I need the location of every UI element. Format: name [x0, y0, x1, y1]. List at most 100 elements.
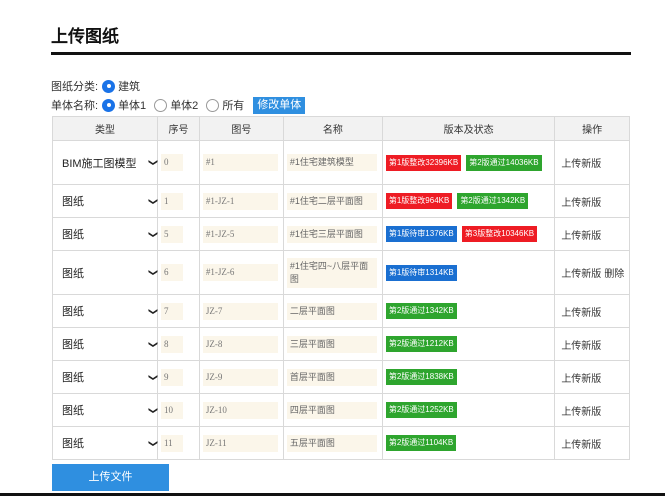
version-badge[interactable]: 第1版待审1376KB [385, 226, 457, 242]
version-badge[interactable]: 第3版整改10346KB [461, 226, 538, 242]
edit-unit-button[interactable]: 修改单体 [253, 96, 306, 114]
code-input[interactable]: #1-JZ-5 [202, 225, 278, 243]
upload-new-version-link[interactable]: 上传新版 [561, 374, 601, 385]
delete-link[interactable]: 删除 [604, 269, 624, 280]
version-badge[interactable]: 第2版通过1212KB [385, 336, 457, 352]
type-select[interactable]: 图纸 ❯ [62, 226, 159, 242]
version-badge[interactable]: 第1版整改964KB [385, 193, 453, 209]
name-input[interactable]: #1住宅三层平面图 [286, 225, 377, 243]
table-row: 图纸 ❯ 5 #1-JZ-5 #1住宅三层平面图 第1版待审1376KB 第3版整改1034… [52, 217, 630, 251]
num-input[interactable]: 6 [161, 264, 183, 281]
code-input[interactable]: #1 [202, 154, 278, 171]
name-input[interactable]: 首层平面图 [286, 368, 377, 386]
name-input[interactable]: 三层平面图 [286, 335, 377, 353]
code-input[interactable]: JZ-10 [202, 401, 278, 419]
ops-cell: 上传新版 [554, 360, 630, 394]
code-cell: #1 [198, 140, 284, 185]
type-select[interactable]: 图纸 ❯ [62, 303, 159, 319]
ops-cell: 上传新版 [554, 184, 630, 218]
num-cell: 10 [157, 393, 200, 427]
drawings-table: 类型 序号 图号 名称 版本及状态 操作 BIM施工图模型 ❯ 0 #1 #1住宅建筑模… [52, 116, 630, 460]
num-input[interactable]: 9 [161, 368, 183, 386]
category-label: 图纸分类: [51, 81, 99, 93]
type-select[interactable]: BIM施工图模型 ❯ [62, 155, 159, 171]
code-input[interactable]: JZ-8 [202, 335, 278, 353]
upload-new-version-link[interactable]: 上传新版 [561, 231, 601, 242]
title-divider [51, 52, 631, 55]
upload-new-version-link[interactable]: 上传新版 [561, 341, 601, 352]
table-row: BIM施工图模型 ❯ 0 #1 #1住宅建筑模型 第1版整改32396KB 第2版通过140… [52, 140, 630, 185]
unit-label: 单体名称: [51, 100, 99, 112]
code-input[interactable]: JZ-9 [202, 368, 278, 386]
code-cell: JZ-10 [198, 393, 284, 427]
name-cell: #1住宅建筑模型 [282, 140, 383, 185]
chevron-down-icon: ❯ [148, 373, 159, 381]
category-radio-building[interactable]: 建筑 [102, 78, 140, 94]
upload-new-version-link[interactable]: 上传新版 [561, 269, 601, 280]
name-cell: 首层平面图 [282, 360, 383, 394]
name-input[interactable]: #1住宅建筑模型 [286, 154, 377, 171]
num-input[interactable]: 0 [161, 154, 183, 171]
type-select[interactable]: 图纸 ❯ [62, 265, 159, 281]
code-cell: #1-JZ-5 [198, 217, 284, 251]
radio-label: 所有 [222, 100, 245, 112]
num-input[interactable]: 7 [161, 302, 183, 320]
code-input[interactable]: #1-JZ-1 [202, 192, 278, 210]
name-input[interactable]: 四层平面图 [286, 401, 377, 419]
version-badge[interactable]: 第2版通过14036KB [466, 154, 542, 171]
header-version: 版本及状态 [381, 116, 556, 141]
version-badge[interactable]: 第2版通过1342KB [457, 193, 529, 209]
code-cell: JZ-11 [198, 426, 284, 460]
num-cell: 6 [157, 250, 200, 295]
type-cell: 图纸 ❯ [52, 184, 159, 218]
type-select[interactable]: 图纸 ❯ [62, 193, 159, 209]
num-input[interactable]: 1 [161, 192, 183, 210]
num-input[interactable]: 11 [161, 434, 183, 452]
code-cell: JZ-9 [198, 360, 284, 394]
type-cell: 图纸 ❯ [52, 250, 159, 295]
unit-radio-1[interactable]: 单体1 [102, 97, 146, 113]
version-cell: 第1版待审1376KB 第3版整改10346KB [381, 217, 556, 251]
upload-file-button[interactable]: 上传文件 [52, 464, 169, 491]
type-select[interactable]: 图纸 ❯ [62, 336, 159, 352]
code-input[interactable]: JZ-7 [202, 302, 278, 320]
num-input[interactable]: 10 [161, 401, 183, 419]
version-badge[interactable]: 第2版通过1252KB [385, 402, 457, 418]
version-badge[interactable]: 第2版通过1342KB [385, 303, 457, 319]
num-cell: 8 [157, 327, 200, 361]
num-input[interactable]: 8 [161, 335, 183, 353]
upload-new-version-link[interactable]: 上传新版 [561, 159, 601, 170]
type-cell: 图纸 ❯ [52, 393, 159, 427]
version-badge[interactable]: 第1版待审1314KB [385, 264, 457, 281]
radio-label: 建筑 [118, 81, 141, 93]
code-input[interactable]: JZ-11 [202, 434, 278, 452]
type-select[interactable]: 图纸 ❯ [62, 402, 159, 418]
type-value: 图纸 [62, 405, 84, 417]
type-cell: 图纸 ❯ [52, 217, 159, 251]
code-cell: JZ-7 [198, 294, 284, 328]
name-input[interactable]: #1住宅二层平面图 [286, 192, 377, 210]
type-value: 图纸 [62, 306, 84, 318]
upload-new-version-link[interactable]: 上传新版 [561, 308, 601, 319]
version-cell: 第2版通过1838KB [381, 360, 556, 394]
type-select[interactable]: 图纸 ❯ [62, 369, 159, 385]
upload-new-version-link[interactable]: 上传新版 [561, 198, 601, 209]
upload-new-version-link[interactable]: 上传新版 [561, 440, 601, 451]
version-cell: 第1版整改32396KB 第2版通过14036KB [381, 140, 556, 185]
name-cell: 三层平面图 [282, 327, 383, 361]
code-input[interactable]: #1-JZ-6 [202, 264, 278, 281]
upload-new-version-link[interactable]: 上传新版 [561, 407, 601, 418]
version-badge[interactable]: 第2版通过1104KB [385, 435, 457, 451]
name-input[interactable]: 二层平面图 [286, 302, 377, 320]
type-select[interactable]: 图纸 ❯ [62, 435, 159, 451]
num-input[interactable]: 5 [161, 225, 183, 243]
unit-radio-2[interactable]: 单体2 [154, 97, 198, 113]
num-cell: 7 [157, 294, 200, 328]
name-input[interactable]: 五层平面图 [286, 434, 377, 452]
num-cell: 0 [157, 140, 200, 185]
unit-radio-all[interactable]: 所有 [206, 97, 244, 113]
version-badge[interactable]: 第1版整改32396KB [385, 154, 462, 171]
version-badge[interactable]: 第2版通过1838KB [385, 369, 457, 385]
name-input[interactable]: #1住宅四~八层平面图 [286, 257, 377, 288]
category-filter: 图纸分类: 建筑 [51, 78, 148, 94]
